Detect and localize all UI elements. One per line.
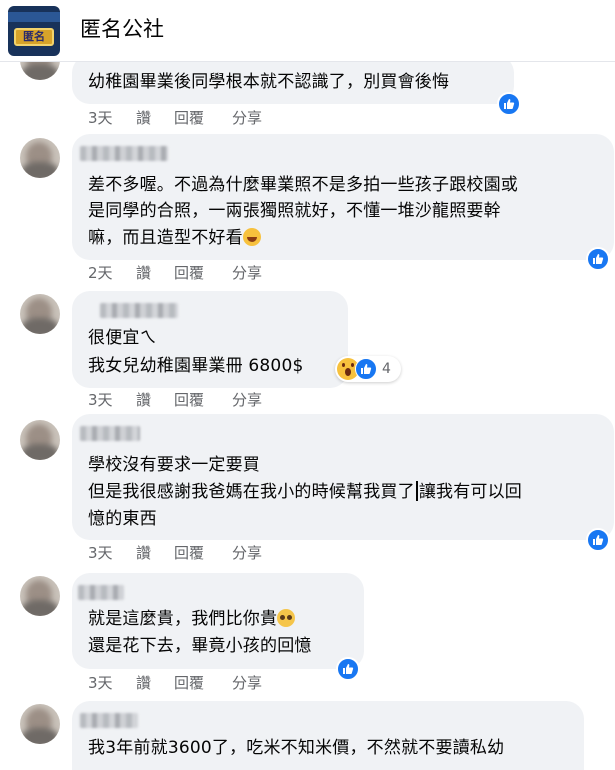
like-link[interactable]: 讚 (136, 108, 151, 128)
comment-text-part: 但是我很感謝我爸媽在我小的時候幫我買了 (88, 482, 415, 502)
comment-bubble: 就是這麼貴，我們比你貴 還是花下去，畢竟小孩的回憶 (72, 573, 364, 669)
comment-text: 憶的東西 (88, 509, 157, 529)
like-icon (336, 657, 360, 681)
like-reaction-icon (355, 358, 377, 380)
text-cursor (415, 481, 418, 501)
reply-link[interactable]: 回覆 (174, 263, 204, 283)
comment-time[interactable]: 3天 (88, 108, 113, 128)
share-link[interactable]: 分享 (232, 673, 262, 693)
comment-text: 很便宜ㄟ (88, 328, 157, 348)
reply-link[interactable]: 回覆 (174, 543, 204, 563)
comment-text-part: 讓我有可以回 (418, 482, 523, 502)
comment-time[interactable]: 3天 (88, 673, 113, 693)
commenter-avatar[interactable] (20, 294, 60, 334)
commenter-avatar[interactable] (20, 704, 60, 744)
comment-text: 幼稚園畢業後同學根本就不認識了，別買會後悔 (88, 72, 450, 92)
group-avatar[interactable]: 匿名 (8, 6, 60, 56)
like-link[interactable]: 讚 (136, 543, 151, 563)
comment-text: 嘛，而且造型不好看 (88, 227, 261, 249)
comment-bubble: 幼稚園畢業後同學根本就不認識了，別買會後悔 (72, 55, 514, 104)
pleading-face-emoji (277, 609, 296, 627)
avatar-blur (22, 162, 58, 178)
reply-link[interactable]: 回覆 (174, 390, 204, 410)
commenter-name[interactable] (78, 585, 124, 600)
like-icon (586, 528, 610, 552)
reply-link[interactable]: 回覆 (174, 673, 204, 693)
comment-time[interactable]: 3天 (88, 543, 113, 563)
commenter-avatar[interactable] (20, 420, 60, 460)
comment-text: 但是我很感謝我爸媽在我小的時候幫我買了 讓我有可以回 (88, 481, 522, 503)
share-link[interactable]: 分享 (232, 390, 262, 410)
commenter-avatar[interactable] (20, 138, 60, 178)
avatar-blur (22, 64, 58, 80)
comment-time[interactable]: 2天 (88, 263, 113, 283)
comment-bubble: 我3年前就3600了，吃米不知米價，不然就不要讀私幼 (72, 701, 584, 770)
avatar-blur (22, 318, 58, 334)
avatar-plate: 匿名 (14, 28, 54, 46)
comment-text-part: 嘛，而且造型不好看 (88, 228, 243, 248)
share-link[interactable]: 分享 (232, 263, 262, 283)
share-link[interactable]: 分享 (232, 108, 262, 128)
comment-bubble: 很便宜ㄟ 我女兒幼稚園畢業冊 6800$ (72, 291, 348, 388)
comment-bubble: 學校沒有要求一定要買 但是我很感謝我爸媽在我小的時候幫我買了 讓我有可以回 憶的東… (72, 414, 614, 540)
like-icon (586, 247, 610, 271)
commenter-name[interactable] (80, 146, 168, 161)
commenter-name[interactable] (80, 426, 140, 441)
comment-text-part: 就是這麼貴，我們比你貴 (88, 609, 278, 629)
avatar-plate-text: 匿名 (23, 30, 45, 43)
reaction-count: 4 (382, 361, 391, 377)
like-link[interactable]: 讚 (136, 263, 151, 283)
avatar-blur (22, 600, 58, 616)
comment-text: 差不多喔。不過為什麼畢業照不是多拍一些孩子跟校園或 (88, 175, 518, 195)
like-icon (497, 92, 521, 116)
comment-text: 我女兒幼稚園畢業冊 6800$ (88, 356, 304, 376)
commenter-name[interactable] (80, 713, 138, 728)
group-title[interactable]: 匿名公社 (80, 15, 164, 43)
like-link[interactable]: 讚 (136, 390, 151, 410)
rolling-laugh-emoji (242, 228, 261, 246)
avatar-blur (22, 444, 58, 460)
comment-text: 我3年前就3600了，吃米不知米價，不然就不要讀私幼 (88, 738, 505, 758)
comment-time[interactable]: 3天 (88, 390, 113, 410)
reaction-summary[interactable]: 4 (335, 356, 401, 382)
comment-text: 是同學的合照，一兩張獨照就好，不懂一堆沙龍照要幹 (88, 201, 501, 221)
comment-bubble: 差不多喔。不過為什麼畢業照不是多拍一些孩子跟校園或 是同學的合照，一兩張獨照就好… (72, 134, 614, 260)
avatar-blur (22, 728, 58, 744)
comment-text: 就是這麼貴，我們比你貴 (88, 608, 296, 630)
comment-text: 學校沒有要求一定要買 (88, 455, 260, 475)
share-link[interactable]: 分享 (232, 543, 262, 563)
like-link[interactable]: 讚 (136, 673, 151, 693)
comment-text: 還是花下去，畢竟小孩的回憶 (88, 636, 312, 656)
commenter-name[interactable] (100, 303, 178, 318)
group-header: 匿名 匿名公社 (0, 0, 615, 62)
reply-link[interactable]: 回覆 (174, 108, 204, 128)
commenter-avatar[interactable] (20, 576, 60, 616)
avatar-band (8, 12, 60, 22)
